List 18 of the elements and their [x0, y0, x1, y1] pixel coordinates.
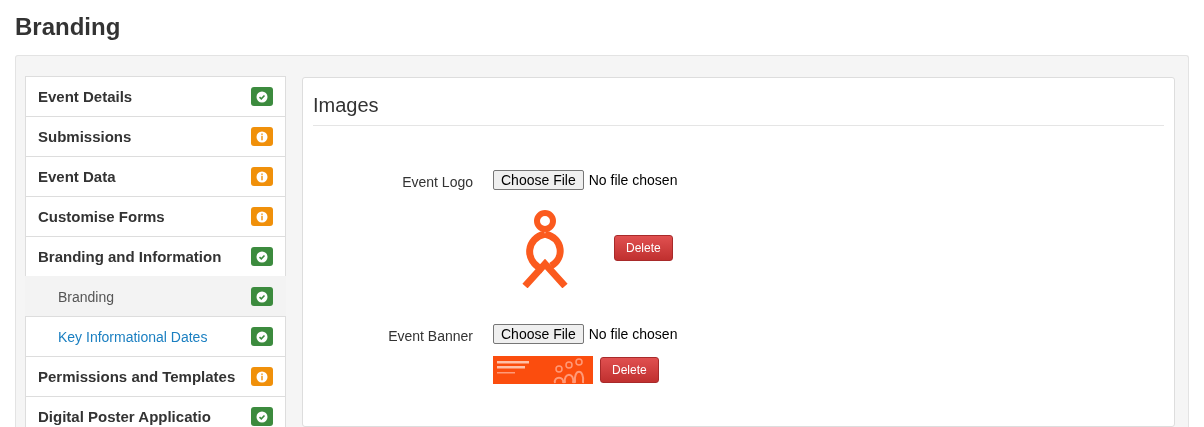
sidebar-item[interactable]: Submissions: [25, 116, 286, 157]
sidebar-item[interactable]: Event Data: [25, 156, 286, 197]
field-label: Event Banner: [387, 327, 473, 346]
sidebar-item[interactable]: Customise Forms: [25, 196, 286, 237]
sidebar-item[interactable]: Branding and Information: [25, 236, 286, 277]
file-status: No file chosen: [588, 172, 678, 188]
delete-button[interactable]: Delete: [614, 235, 673, 261]
file-status: No file chosen: [588, 326, 678, 342]
sidebar-item[interactable]: Permissions and Templates: [25, 356, 286, 397]
panel-title: Images: [313, 94, 380, 118]
sidebar-subitem[interactable]: Key Informational Dates: [25, 316, 286, 357]
page-title: Branding: [15, 12, 122, 42]
sidebar-item[interactable]: Digital Poster Applicatio: [25, 396, 286, 427]
field-label: Event Logo: [401, 173, 473, 192]
choose-file-button[interactable]: Choose File: [493, 170, 584, 190]
sidebar-item[interactable]: Event Details: [25, 76, 286, 117]
delete-button[interactable]: Delete: [600, 357, 659, 383]
choose-file-button[interactable]: Choose File: [493, 324, 584, 344]
